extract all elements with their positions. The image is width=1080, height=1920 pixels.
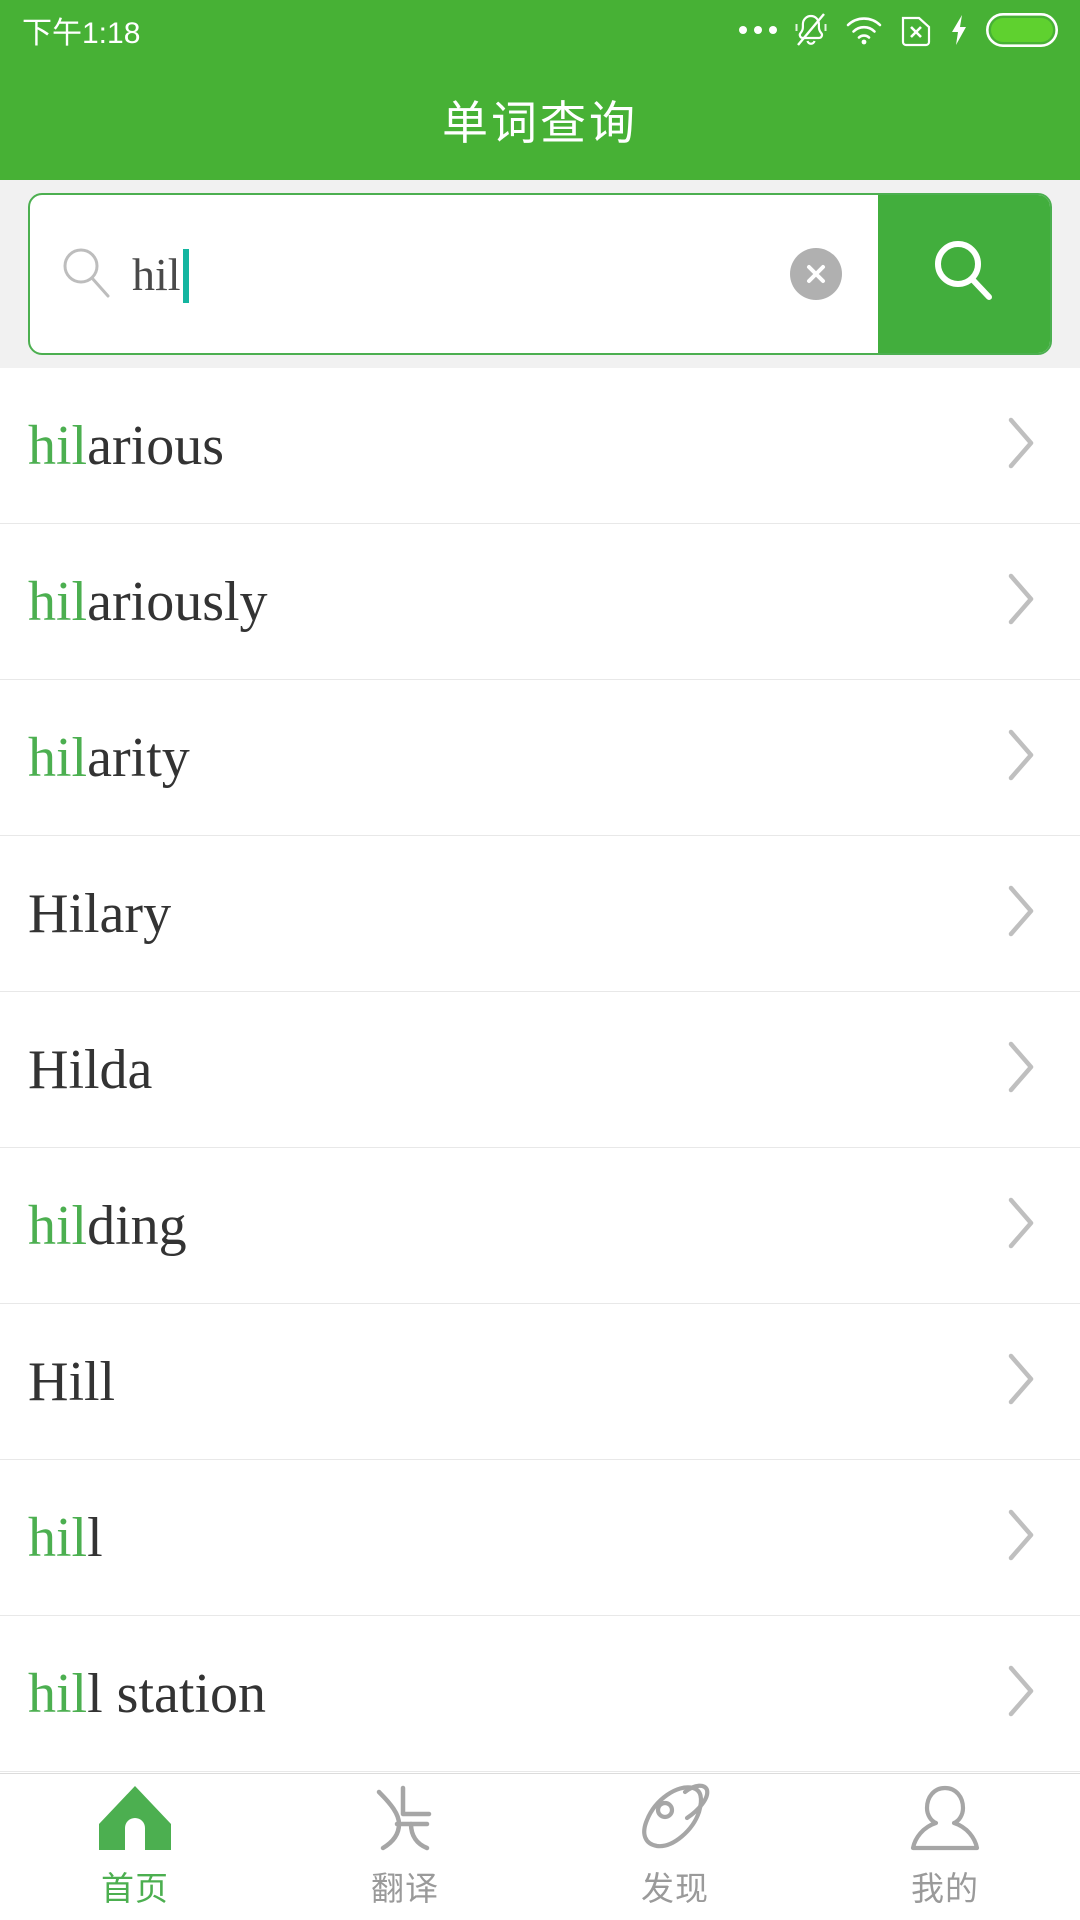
result-word-rest: Hilda	[28, 1038, 153, 1101]
result-word-match: hil	[28, 414, 88, 477]
search-icon	[927, 235, 1001, 314]
tab-profile[interactable]: 我的	[810, 1774, 1080, 1920]
chevron-right-icon	[1006, 572, 1036, 631]
result-word: hilariously	[28, 574, 268, 630]
table-row[interactable]: hilariously	[0, 524, 1080, 680]
page-title: 单词查询	[442, 97, 638, 149]
more-dots-icon	[739, 26, 777, 34]
person-icon	[905, 1784, 985, 1852]
result-word: Hill	[28, 1354, 115, 1410]
result-word-rest: Hilary	[28, 882, 172, 945]
search-input[interactable]: hil	[30, 195, 790, 353]
chevron-right-icon	[1006, 728, 1036, 787]
chevron-right-icon	[1006, 1664, 1036, 1723]
charging-bolt-icon	[949, 13, 969, 47]
app-header: 单词查询	[0, 60, 1080, 180]
table-row[interactable]: hill station	[0, 1616, 1080, 1772]
tab-translate-label: 翻译	[371, 1870, 439, 1907]
result-word-rest: ding	[87, 1194, 187, 1257]
search-submit-button[interactable]	[878, 195, 1050, 353]
table-row[interactable]: Hilda	[0, 992, 1080, 1148]
bottom-tab-bar: 首页 翻译 发现 我的	[0, 1773, 1080, 1920]
translate-icon	[365, 1784, 445, 1852]
tab-home-label: 首页	[101, 1870, 169, 1907]
tab-profile-label: 我的	[911, 1870, 979, 1907]
search-results-list: hilarious hilariously hilarity Hilary Hilda h…	[0, 368, 1080, 1772]
home-icon	[91, 1784, 179, 1852]
tab-home[interactable]: 首页	[0, 1774, 270, 1920]
table-row[interactable]: Hilary	[0, 836, 1080, 992]
search-box[interactable]: hil	[28, 193, 1052, 355]
result-word-rest: arious	[87, 414, 224, 477]
sim-x-icon	[900, 13, 932, 47]
silent-bell-icon	[794, 12, 828, 48]
search-area: hil	[0, 180, 1080, 368]
result-word-rest: Hill	[28, 1350, 116, 1413]
status-time: 下午1:18	[22, 17, 141, 50]
table-row[interactable]: hill	[0, 1460, 1080, 1616]
result-word-match: hil	[28, 1506, 88, 1569]
search-icon	[58, 244, 114, 305]
result-word: Hilary	[28, 886, 171, 942]
text-cursor	[182, 249, 189, 303]
tab-discover[interactable]: 发现	[540, 1774, 810, 1920]
chevron-right-icon	[1006, 1040, 1036, 1099]
result-word-match: hil	[28, 1662, 88, 1725]
status-icons	[739, 12, 1058, 48]
result-word-rest: l station	[87, 1662, 267, 1725]
chevron-right-icon	[1006, 884, 1036, 943]
discover-rocket-icon	[635, 1783, 715, 1852]
result-word-match: hil	[28, 726, 88, 789]
result-word: Hilda	[28, 1042, 152, 1098]
result-word: hill station	[28, 1666, 266, 1722]
clear-circle-icon[interactable]	[790, 248, 842, 300]
result-word: hilding	[28, 1198, 187, 1254]
result-word: hilarity	[28, 730, 190, 786]
result-word-match: hil	[28, 1194, 88, 1257]
chevron-right-icon	[1006, 416, 1036, 475]
search-input-value: hil	[132, 248, 181, 300]
result-word-rest: arity	[87, 726, 190, 789]
chevron-right-icon	[1006, 1196, 1036, 1255]
tab-translate[interactable]: 翻译	[270, 1774, 540, 1920]
result-word-rest: l	[87, 1506, 103, 1569]
table-row[interactable]: hilarity	[0, 680, 1080, 836]
table-row[interactable]: hilding	[0, 1148, 1080, 1304]
wifi-icon	[845, 15, 883, 45]
result-word-rest: ariously	[87, 570, 268, 633]
result-word: hilarious	[28, 418, 224, 474]
chevron-right-icon	[1006, 1508, 1036, 1567]
status-bar: 下午1:18	[0, 0, 1080, 60]
battery-icon	[986, 13, 1058, 47]
table-row[interactable]: Hill	[0, 1304, 1080, 1460]
chevron-right-icon	[1006, 1352, 1036, 1411]
table-row[interactable]: hilarious	[0, 368, 1080, 524]
result-word: hill	[28, 1510, 103, 1566]
result-word-match: hil	[28, 570, 88, 633]
tab-discover-label: 发现	[641, 1870, 709, 1907]
